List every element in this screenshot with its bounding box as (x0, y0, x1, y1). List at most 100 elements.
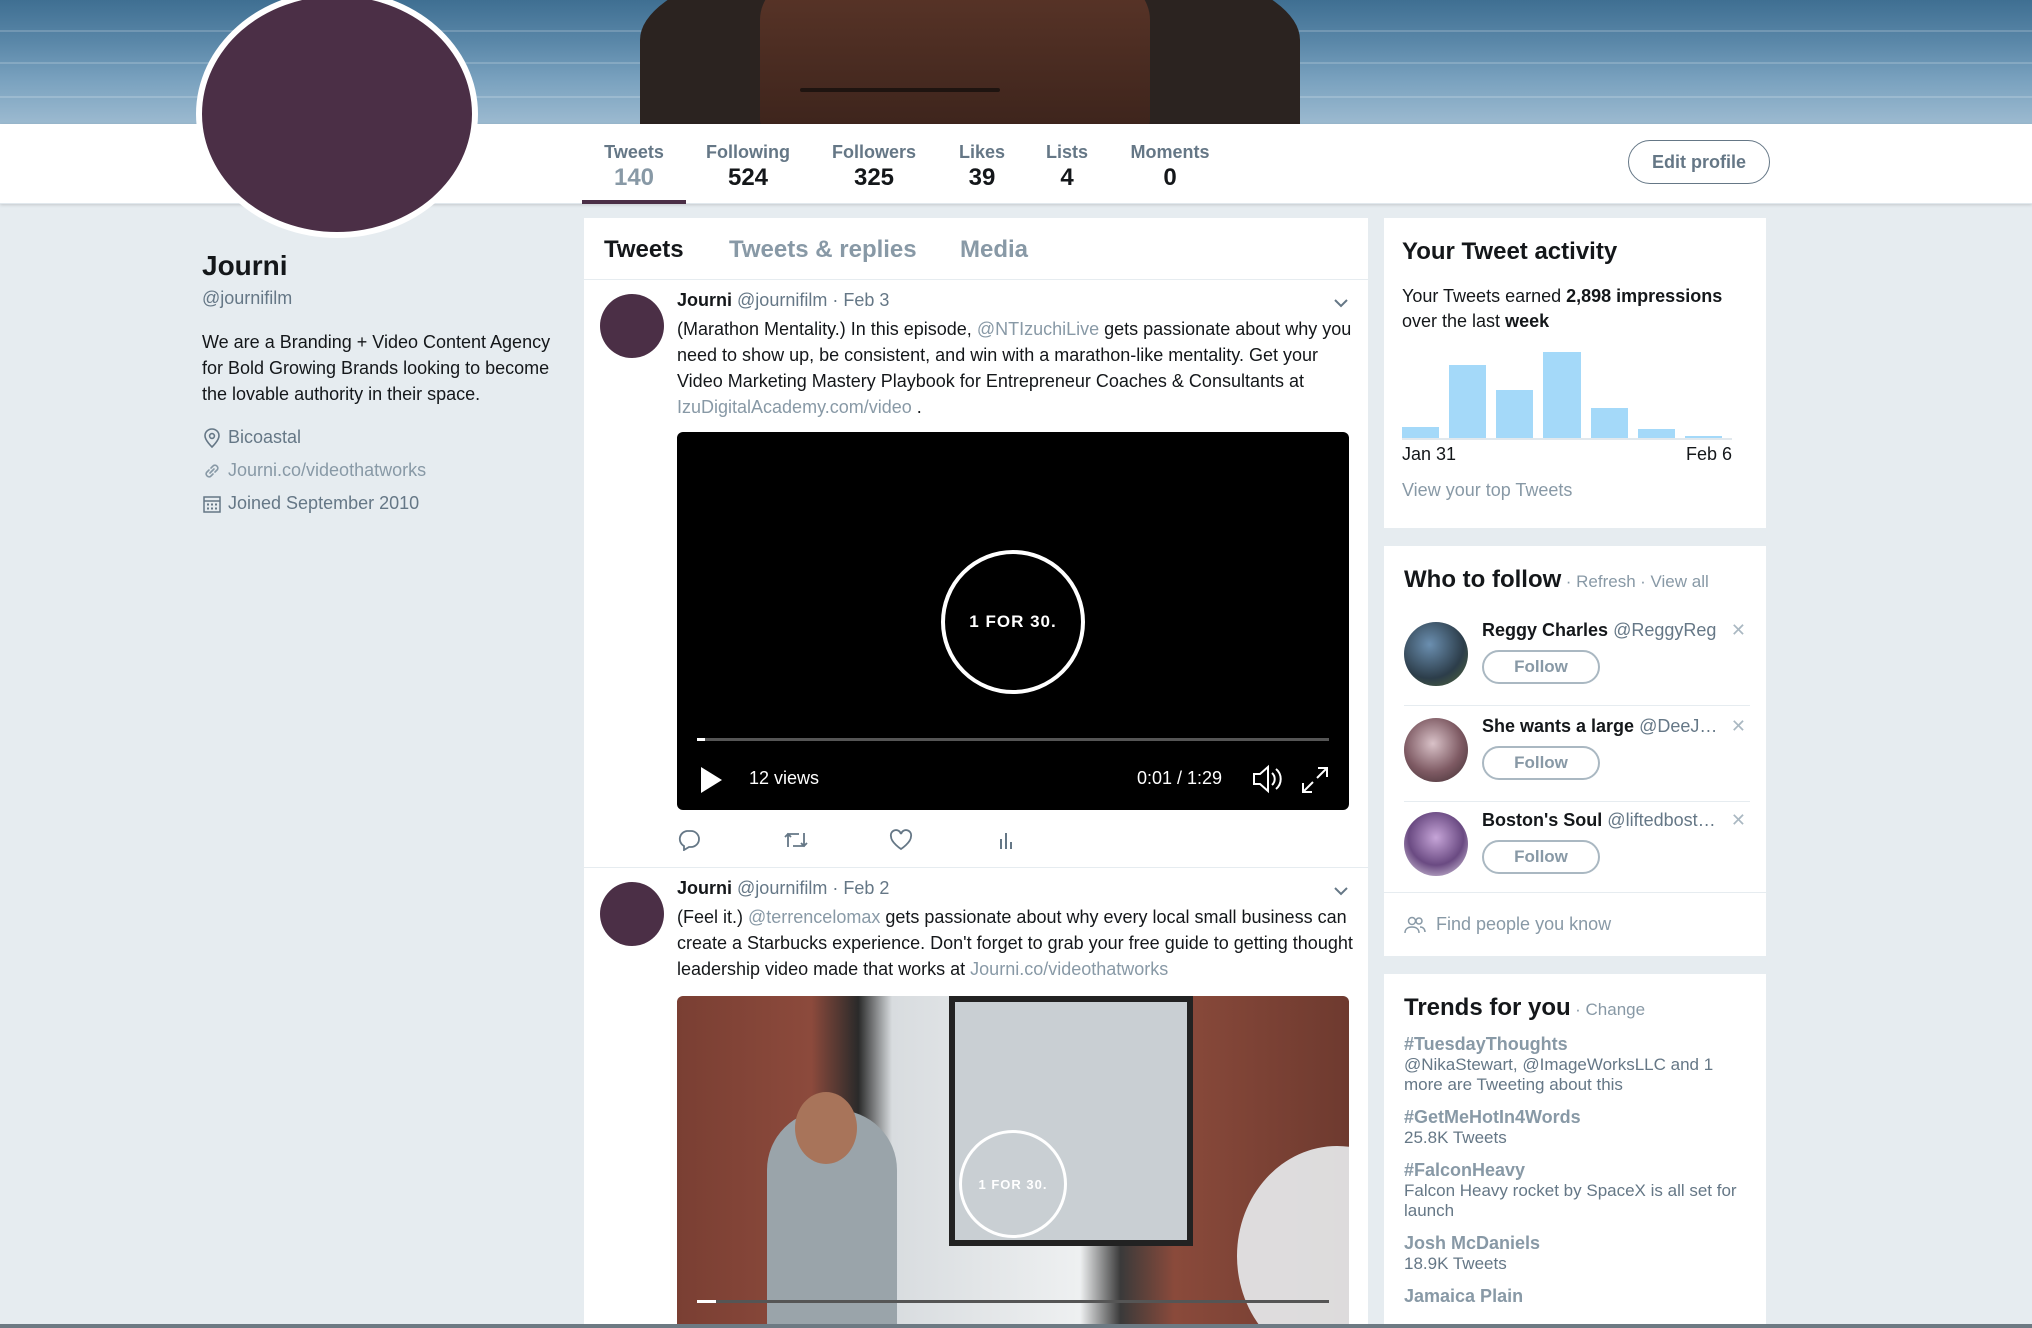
tweet-header: Journi @journifilm · Feb 3 (677, 290, 889, 311)
avatar[interactable] (1404, 812, 1468, 876)
suggested-user-name[interactable]: Boston's Soul @liftedbost… (1482, 810, 1722, 831)
follow-button[interactable]: Follow (1482, 840, 1600, 874)
refresh-link[interactable]: · Refresh (1566, 572, 1636, 591)
tweet-author-name[interactable]: Journi (677, 290, 732, 310)
close-icon[interactable]: ✕ (1731, 810, 1746, 831)
tweet-author-name[interactable]: Journi (677, 878, 732, 898)
follow-button[interactable]: Follow (1482, 650, 1600, 684)
retweet-icon (784, 832, 808, 848)
play-icon[interactable] (699, 766, 723, 794)
trends-header: Trends for you · Change (1404, 994, 1746, 1022)
suggested-user[interactable]: She wants a large @DeeJ… ✕ Follow (1404, 708, 1750, 802)
stat-value: 39 (968, 164, 996, 191)
video-player[interactable]: 1 FOR 30. (677, 996, 1349, 1328)
retweet-button[interactable] (783, 828, 889, 852)
tab-tweets-replies[interactable]: Tweets & replies (729, 236, 917, 264)
suggested-user-name[interactable]: She wants a large @DeeJ… (1482, 716, 1722, 737)
avatar[interactable] (1404, 622, 1468, 686)
trend-item[interactable]: #TuesdayThoughts @NikaStewart, @ImageWor… (1404, 1034, 1746, 1095)
link-icon (202, 461, 222, 481)
trend-item[interactable]: Josh McDaniels 18.9K Tweets (1404, 1233, 1746, 1274)
chevron-down-icon[interactable] (1332, 882, 1350, 900)
profile-avatar[interactable] (196, 0, 478, 238)
edit-profile-button[interactable]: Edit profile (1628, 140, 1770, 184)
stat-likes[interactable]: Likes 39 (954, 124, 1010, 204)
fullscreen-icon[interactable] (1301, 766, 1329, 794)
chart-baseline (1402, 438, 1732, 440)
tweet-link[interactable]: IzuDigitalAcademy.com/video (677, 397, 912, 417)
close-icon[interactable]: ✕ (1731, 716, 1746, 737)
find-people-link[interactable]: Find people you know (1384, 892, 1766, 956)
stat-followers[interactable]: Followers 325 (826, 124, 922, 204)
tweet-date[interactable]: · Feb 2 (832, 878, 889, 898)
trend-item[interactable]: #FalconHeavy Falcon Heavy rocket by Spac… (1404, 1160, 1746, 1221)
find-people-text: Find people you know (1436, 914, 1612, 934)
profile-name[interactable]: Journi (202, 250, 562, 282)
tweet-avatar[interactable] (600, 882, 664, 946)
video-overlay-logo: 1 FOR 30. (959, 1130, 1067, 1238)
url-text[interactable]: Journi.co/videothatworks (228, 460, 426, 481)
tweet-mention[interactable]: @NTIzuchiLive (977, 319, 1099, 339)
chart-bar-feb-6 (1684, 436, 1722, 438)
stat-label: Tweets (604, 142, 664, 162)
tweet-date[interactable]: · Feb 3 (832, 290, 889, 310)
tab-tweets[interactable]: Tweets (604, 236, 684, 264)
analytics-button[interactable] (995, 828, 1101, 852)
reply-button[interactable] (677, 828, 783, 852)
stat-value: 140 (613, 164, 655, 191)
chart-bar-feb-3 (1543, 351, 1581, 438)
user-handle: @ReggyReg (1613, 620, 1717, 640)
stat-value: 325 (853, 164, 895, 191)
heart-icon (889, 829, 913, 851)
timeline: Tweets Tweets & replies Media Journi @jo… (584, 218, 1368, 1328)
stat-moments[interactable]: Moments 0 (1124, 124, 1216, 204)
calendar-icon (202, 494, 222, 514)
video-progress-bar[interactable] (697, 1300, 1329, 1303)
trend-tag: Jamaica Plain (1404, 1286, 1524, 1306)
stat-following[interactable]: Following 524 (700, 124, 796, 204)
stat-tweets[interactable]: Tweets 140 (582, 124, 686, 204)
analytics-icon (1000, 833, 1012, 849)
chevron-down-icon[interactable] (1332, 294, 1350, 312)
view-all-link[interactable]: · View all (1640, 572, 1709, 591)
suggested-user[interactable]: Boston's Soul @liftedbost… ✕ Follow (1404, 802, 1750, 896)
user-handle: @DeeJ… (1639, 716, 1718, 736)
profile-card: Journi @journifilm We are a Branding + V… (202, 250, 562, 514)
avatar[interactable] (1404, 718, 1468, 782)
follow-button[interactable]: Follow (1482, 746, 1600, 780)
tweet[interactable]: Journi @journifilm · Feb 3 (Marathon Men… (584, 280, 1368, 868)
view-top-tweets-link[interactable]: View your top Tweets (1402, 480, 1572, 501)
tweet[interactable]: Journi @journifilm · Feb 2 (Feel it.) @t… (584, 868, 1368, 1328)
like-button[interactable] (889, 828, 995, 852)
suggested-user-name[interactable]: Reggy Charles @ReggyReg (1482, 620, 1722, 641)
stat-label: Likes (958, 142, 1006, 162)
video-progress-fill (697, 738, 705, 741)
tweet-mention[interactable]: @terrencelomax (748, 907, 880, 927)
tweet-author-handle[interactable]: @journifilm (737, 878, 827, 898)
tweet-link[interactable]: Journi.co/videothatworks (970, 959, 1168, 979)
tweet-avatar[interactable] (600, 294, 664, 358)
change-link[interactable]: · Change (1575, 1000, 1645, 1019)
user-name: Boston's Soul (1482, 810, 1603, 830)
trend-description: @NikaStewart, @ImageWorksLLC and 1 more … (1404, 1055, 1714, 1094)
tweet-author-handle[interactable]: @journifilm (737, 290, 827, 310)
profile-url[interactable]: Journi.co/videothatworks (202, 460, 562, 481)
trend-item[interactable]: #GetMeHotIn4Words 25.8K Tweets (1404, 1107, 1746, 1148)
video-views: 12 views (749, 768, 820, 788)
video-player[interactable]: 1 FOR 30. 12 views 0:01 / 1:29 (677, 432, 1349, 810)
volume-icon[interactable] (1251, 764, 1283, 794)
suggested-user[interactable]: Reggy Charles @ReggyReg ✕ Follow (1404, 612, 1750, 706)
video-progress-bar[interactable] (697, 738, 1329, 741)
tweet-text: (Feel it.) @terrencelomax gets passionat… (677, 904, 1357, 982)
profile-handle[interactable]: @journifilm (202, 288, 562, 309)
profile-bio: We are a Branding + Video Content Agency… (202, 332, 551, 404)
reply-icon (678, 830, 700, 851)
stat-lists[interactable]: Lists 4 (1040, 124, 1094, 204)
trend-tag: #GetMeHotIn4Words (1404, 1107, 1581, 1127)
trend-item[interactable]: Jamaica Plain (1404, 1286, 1746, 1307)
close-icon[interactable]: ✕ (1731, 620, 1746, 641)
trend-tag: Josh McDaniels (1404, 1233, 1541, 1253)
tab-media[interactable]: Media (960, 236, 1028, 264)
trends-title: Trends for you (1404, 994, 1571, 1021)
chart-bar-feb-5 (1637, 428, 1675, 438)
